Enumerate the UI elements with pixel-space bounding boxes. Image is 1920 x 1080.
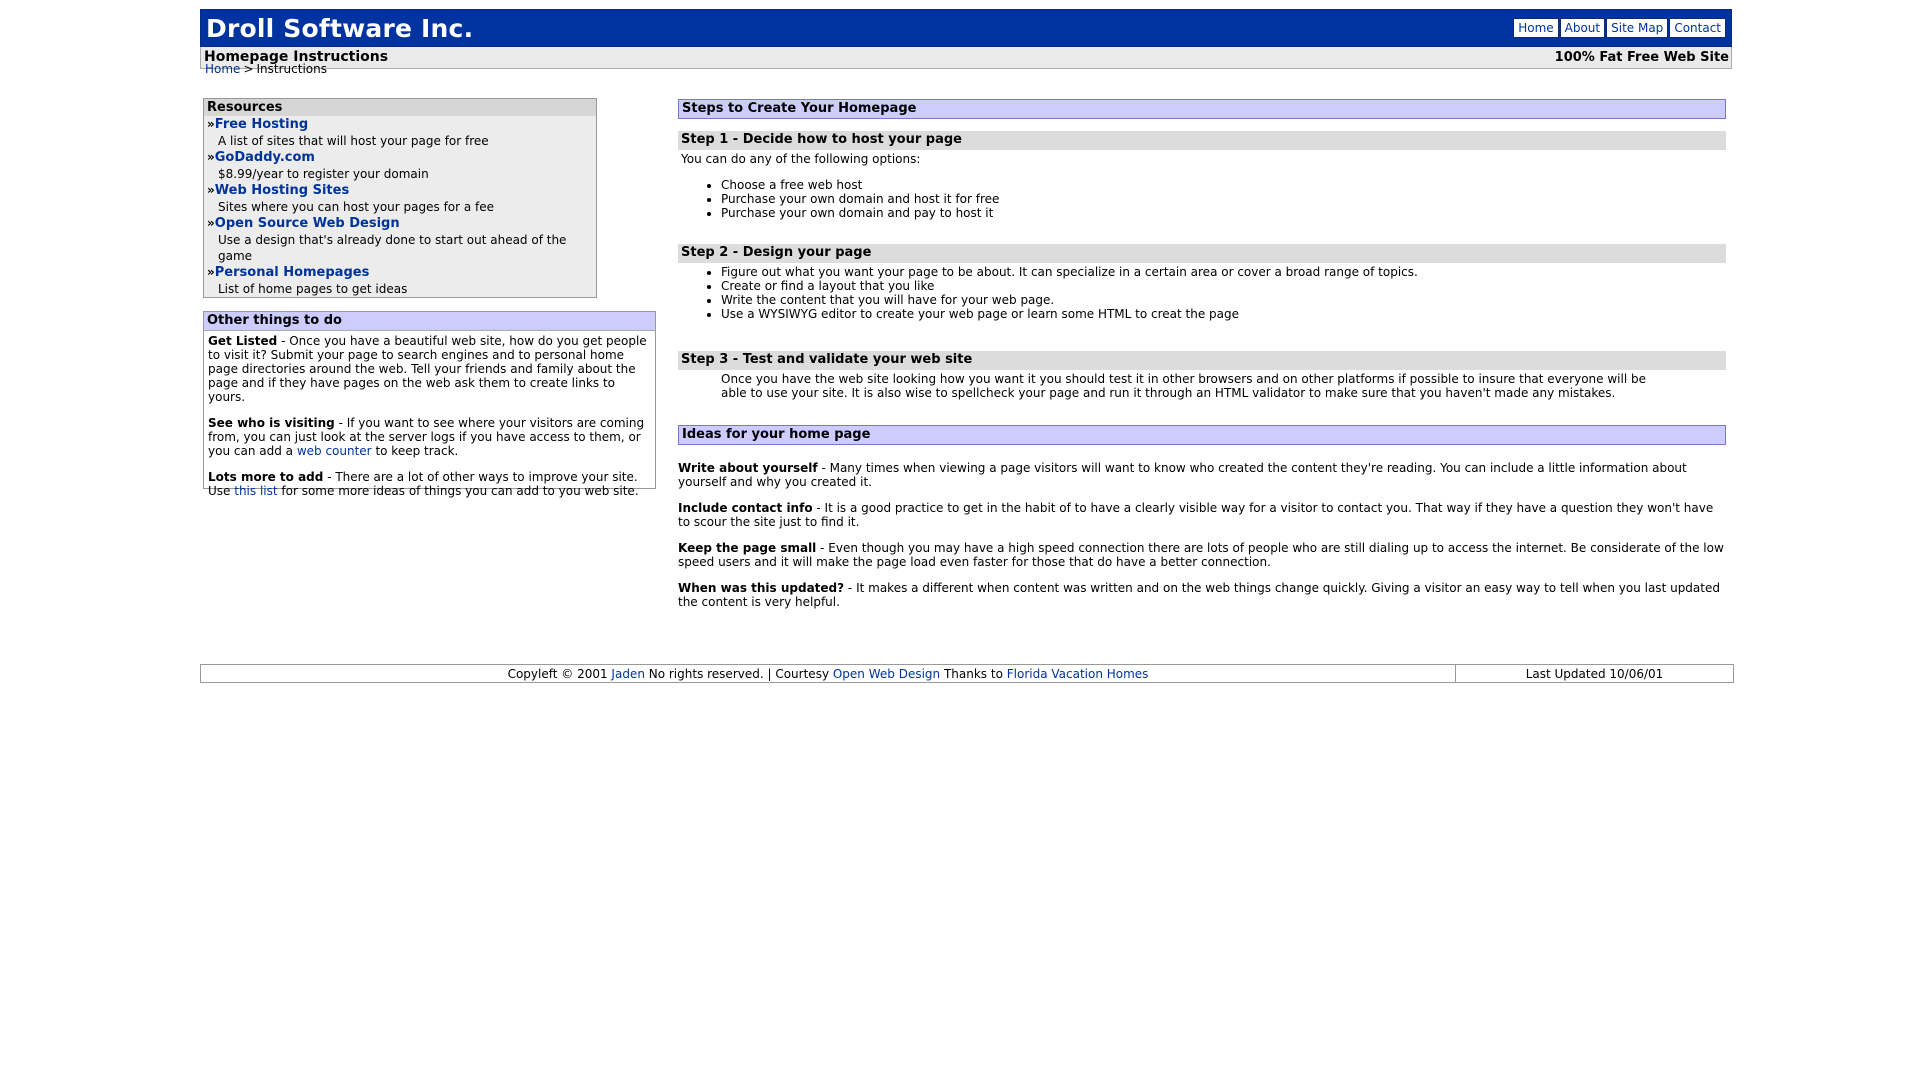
resource-desc: Use a design that's already done to star… <box>218 233 567 263</box>
resource-item: »GoDaddy.com $8.99/year to register your… <box>204 149 596 182</box>
list-item: Purchase your own domain and pay to host… <box>721 206 1726 220</box>
idea-item: Include contact info - It is a good prac… <box>678 501 1726 529</box>
resource-item: »Web Hosting Sites Sites where you can h… <box>204 182 596 215</box>
resource-desc: $8.99/year to register your domain <box>218 167 429 181</box>
author-link[interactable]: Jaden <box>611 667 645 681</box>
bullet-icon: » <box>207 216 215 230</box>
footer-text: No rights reserved. | Courtesy <box>644 667 833 681</box>
list-item: Figure out what you want your page to be… <box>721 265 1726 279</box>
tip-see-who-is-visiting: See who is visiting - If you want to see… <box>208 416 651 458</box>
idea-heading: Write about yourself <box>678 461 818 475</box>
nav-contact[interactable]: Contact <box>1669 18 1726 38</box>
list-item: Purchase your own domain and host it for… <box>721 192 1726 206</box>
bullet-icon: » <box>207 183 215 197</box>
last-updated: Last Updated 10/06/01 <box>1525 667 1664 681</box>
step-1-list: Choose a free web host Purchase your own… <box>678 178 1726 220</box>
other-things-body: Get Listed - Once you have a beautiful w… <box>204 331 655 513</box>
step-2-list: Figure out what you want your page to be… <box>678 265 1726 321</box>
step-title: - Test and validate your web site <box>728 352 973 367</box>
florida-vacation-homes-link[interactable]: Florida Vacation Homes <box>1007 667 1149 681</box>
resource-link-web-hosting-sites[interactable]: Web Hosting Sites <box>215 183 349 198</box>
top-nav: Home About Site Map Contact <box>1513 18 1726 38</box>
footer: Copyleft © 2001 Jaden No rights reserved… <box>200 664 1734 683</box>
idea-heading: When was this updated? <box>678 581 845 595</box>
idea-item: Write about yourself - Many times when v… <box>678 461 1726 489</box>
idea-heading: Keep the page small <box>678 541 817 555</box>
resource-link-godaddy[interactable]: GoDaddy.com <box>215 150 315 165</box>
resource-desc: List of home pages to get ideas <box>218 282 408 296</box>
other-things-title: Other things to do <box>204 312 655 331</box>
breadcrumb-current: Instructions <box>256 62 327 76</box>
main-content: Steps to Create Your Homepage Step 1 - D… <box>678 99 1726 621</box>
footer-text: Thanks to <box>940 667 1007 681</box>
nav-site-map[interactable]: Site Map <box>1606 18 1669 38</box>
resource-link-free-hosting[interactable]: Free Hosting <box>215 117 308 132</box>
tip-heading: Lots more to add <box>208 470 324 484</box>
bullet-icon: » <box>207 265 215 279</box>
resource-item: »Personal Homepages List of home pages t… <box>204 264 596 297</box>
steps-section-title: Steps to Create Your Homepage <box>678 99 1726 119</box>
step-3-text: Once you have the web site looking how y… <box>721 372 1646 400</box>
step-2-header: Step 2 - Design your page <box>678 244 1726 263</box>
resources-panel: Resources »Free Hosting A list of sites … <box>203 98 597 298</box>
tip-lots-more: Lots more to add - There are a lot of ot… <box>208 470 651 498</box>
step-title: - Design your page <box>728 245 872 260</box>
site-tagline: 100% Fat Free Web Site <box>1554 50 1729 65</box>
step-title: - Decide how to host your page <box>728 132 963 147</box>
bullet-icon: » <box>207 117 215 131</box>
breadcrumb-home[interactable]: Home <box>205 62 240 76</box>
idea-text: - Even though you may have a high speed … <box>678 541 1724 569</box>
list-item: Create or find a layout that you like <box>721 279 1726 293</box>
web-counter-link[interactable]: web counter <box>297 444 372 458</box>
idea-item: When was this updated? - It makes a diff… <box>678 581 1726 609</box>
page-container: Droll Software Inc. Home About Site Map … <box>200 9 1732 69</box>
copyright-text: Copyleft © 2001 <box>507 667 612 681</box>
step-1-intro: You can do any of the following options: <box>681 152 921 166</box>
resource-link-open-source-web-design[interactable]: Open Source Web Design <box>215 216 400 231</box>
resource-desc: A list of sites that will host your page… <box>218 134 489 148</box>
list-item: Use a WYSIWYG editor to create your web … <box>721 307 1726 321</box>
idea-heading: Include contact info <box>678 501 813 515</box>
nav-about[interactable]: About <box>1559 18 1606 38</box>
tip-text: to keep track. <box>371 444 459 458</box>
subheader-bar: Homepage Instructions 100% Fat Free Web … <box>200 47 1732 69</box>
step-3-header: Step 3 - Test and validate your web site <box>678 351 1726 370</box>
step-label: Step 3 <box>681 352 729 367</box>
resource-link-personal-homepages[interactable]: Personal Homepages <box>215 265 370 280</box>
tip-get-listed: Get Listed - Once you have a beautiful w… <box>208 334 651 404</box>
this-list-link[interactable]: this list <box>234 484 277 498</box>
resources-title: Resources <box>204 99 596 116</box>
resource-desc: Sites where you can host your pages for … <box>218 200 495 214</box>
step-label: Step 1 <box>681 132 729 147</box>
breadcrumb-separator: > <box>243 62 254 76</box>
tip-text: for some more ideas of things you can ad… <box>277 484 639 498</box>
bullet-icon: » <box>207 150 215 164</box>
idea-text: - Many times when viewing a page visitor… <box>678 461 1687 489</box>
footer-credits: Copyleft © 2001 Jaden No rights reserved… <box>201 667 1455 681</box>
other-things-panel: Other things to do Get Listed - Once you… <box>203 311 656 498</box>
step-label: Step 2 <box>681 245 729 260</box>
resource-item: »Free Hosting A list of sites that will … <box>204 116 596 149</box>
idea-text: - It is a good practice to get in the ha… <box>678 501 1714 529</box>
tip-heading: Get Listed <box>208 334 278 348</box>
ideas-section-title: Ideas for your home page <box>678 425 1726 445</box>
open-web-design-link[interactable]: Open Web Design <box>833 667 940 681</box>
step-1-header: Step 1 - Decide how to host your page <box>678 131 1726 150</box>
list-item: Write the content that you will have for… <box>721 293 1726 307</box>
breadcrumb: Home > Instructions <box>205 62 327 76</box>
header-bar: Droll Software Inc. Home About Site Map … <box>200 9 1732 47</box>
nav-home[interactable]: Home <box>1513 18 1559 38</box>
idea-item: Keep the page small - Even though you ma… <box>678 541 1726 569</box>
tip-heading: See who is visiting <box>208 416 335 430</box>
resource-item: »Open Source Web Design Use a design tha… <box>204 215 596 264</box>
list-item: Choose a free web host <box>721 178 1726 192</box>
site-logo: Droll Software Inc. <box>206 14 474 43</box>
